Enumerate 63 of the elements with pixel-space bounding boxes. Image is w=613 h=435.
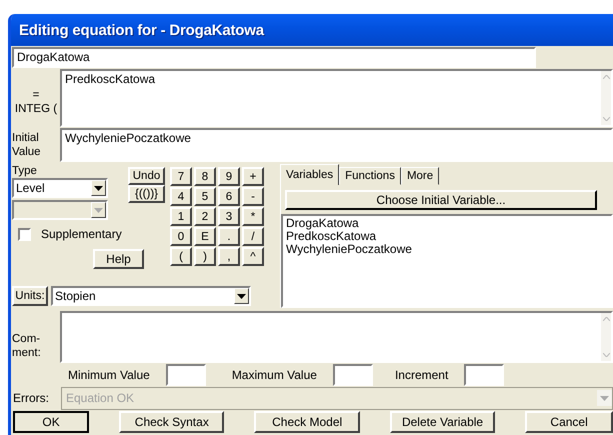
limit-field[interactable]: [464, 364, 504, 386]
keypad-key[interactable]: 9: [218, 167, 240, 186]
variable-list-item[interactable]: PredkoscKatowa: [286, 230, 376, 243]
initial-value-label: Value: [12, 145, 42, 159]
keypad-key[interactable]: *: [242, 207, 264, 226]
keypad-key[interactable]: 3: [218, 207, 240, 226]
keypad-key[interactable]: ): [194, 247, 216, 266]
comment-label: ment:: [12, 346, 42, 360]
dropdown-arrow-icon: [237, 294, 246, 298]
limit-field[interactable]: [166, 364, 206, 386]
limit-label: Minimum Value: [68, 368, 150, 382]
keypad-key[interactable]: 6: [218, 187, 240, 206]
type-dropdown[interactable]: Level: [12, 178, 108, 198]
choose-initial-variable-button[interactable]: Choose Initial Variable...: [285, 190, 597, 210]
limit-label: Maximum Value: [232, 368, 317, 382]
dropdown-arrow-icon: [94, 186, 103, 190]
keypad-key[interactable]: E: [194, 227, 216, 246]
comment-label: Com-: [12, 332, 42, 346]
limit-field[interactable]: [332, 364, 373, 386]
keypad-key[interactable]: +: [242, 167, 264, 186]
dialog-button[interactable]: Cancel: [525, 411, 613, 433]
units-dropdown[interactable]: Stopien: [51, 286, 251, 306]
equation-label: INTEG (: [14, 102, 58, 116]
keypad-key[interactable]: 0: [170, 227, 192, 246]
keypad-key[interactable]: ^: [242, 247, 264, 266]
keypad-key[interactable]: 5: [194, 187, 216, 206]
keypad-key[interactable]: 7: [170, 167, 192, 186]
equation-field[interactable]: PredkoscKatowa: [60, 69, 613, 127]
units-button[interactable]: Units:: [12, 286, 48, 306]
dialog-button[interactable]: Delete Variable: [390, 411, 496, 433]
window-title: Editing equation for - DrogaKatowa: [19, 22, 264, 38]
tab[interactable]: More: [400, 167, 440, 185]
errors-label: Errors:: [12, 391, 50, 405]
initial-value-label: Initial: [12, 131, 40, 145]
keypad-key[interactable]: ,: [218, 247, 240, 266]
keypad-key[interactable]: /: [242, 227, 264, 246]
brackets-button[interactable]: {(())}: [128, 185, 165, 203]
equation-label: =: [32, 88, 40, 102]
keypad-key[interactable]: 8: [194, 167, 216, 186]
undo-button[interactable]: Undo: [128, 167, 165, 185]
dialog-button[interactable]: OK: [13, 411, 90, 433]
variable-list-item[interactable]: WychyleniePoczatkowe: [286, 243, 412, 256]
dropdown-arrow-icon: [94, 208, 103, 212]
keypad-key[interactable]: 4: [170, 187, 192, 206]
type-label: Type: [12, 164, 38, 178]
tab[interactable]: Variables: [280, 164, 340, 185]
keypad-key[interactable]: 2: [194, 207, 216, 226]
keypad-key[interactable]: -: [242, 187, 264, 206]
supplementary-label: Supplementary: [41, 227, 122, 241]
variable-list-item[interactable]: DrogaKatowa: [286, 217, 359, 230]
tab[interactable]: Functions: [339, 167, 401, 185]
dialog-button[interactable]: Check Syntax: [119, 411, 224, 433]
initial-value-field[interactable]: WychyleniePoczatkowe: [60, 128, 613, 162]
variable-name-field[interactable]: DrogaKatowa: [12, 47, 536, 68]
errors-field: Equation OK: [61, 386, 613, 410]
checkbox[interactable]: [18, 228, 31, 240]
keypad-key[interactable]: .: [218, 227, 240, 246]
keypad-key[interactable]: 1: [170, 207, 192, 226]
help-button[interactable]: Help: [93, 249, 144, 269]
dropdown-arrow-icon: [600, 396, 609, 400]
keypad-key[interactable]: (: [170, 247, 192, 266]
limit-label: Increment: [394, 368, 448, 382]
dialog-button[interactable]: Check Model: [254, 411, 360, 433]
